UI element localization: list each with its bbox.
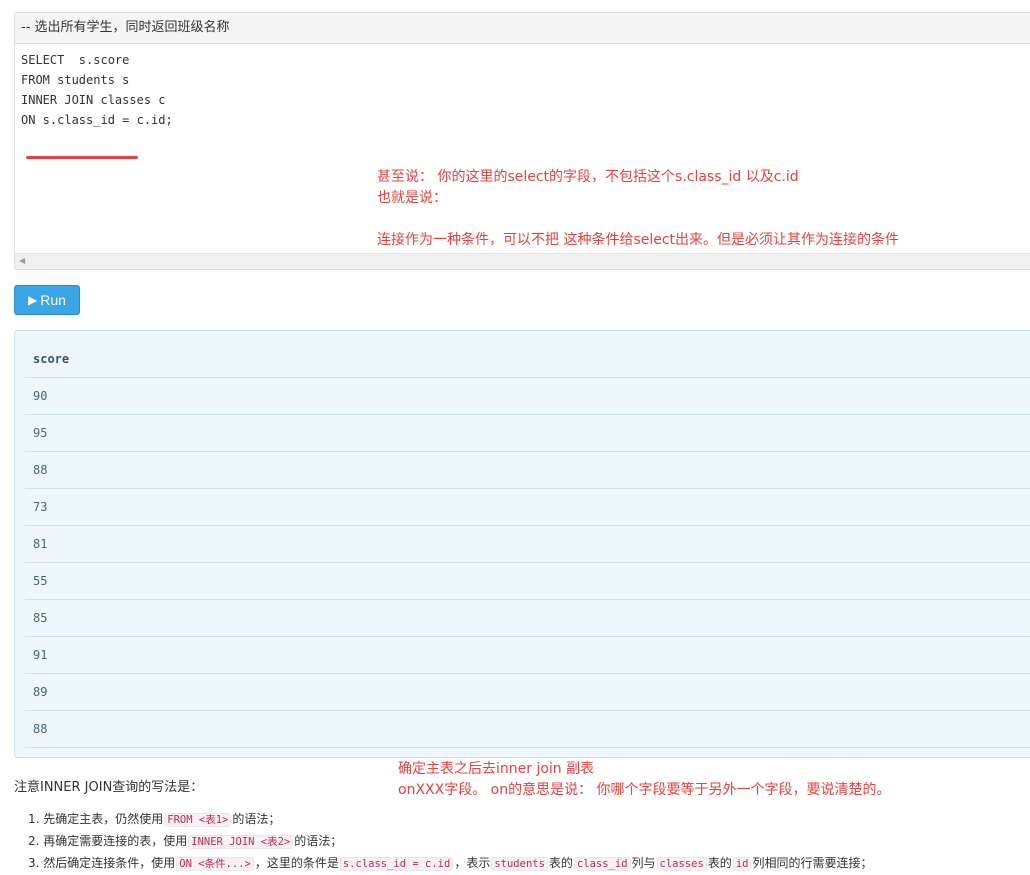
inline-code: INNER JOIN <表2> — [188, 835, 294, 849]
table-cell: 85 — [25, 599, 1030, 637]
table-row: 88 — [25, 710, 1030, 748]
table-row: 90 — [25, 377, 1030, 415]
table-row: 95 — [25, 414, 1030, 452]
table-cell: 55 — [25, 562, 1030, 600]
annotation-line: 甚至说： 你的这里的select的字段，不包括这个s.class_id 以及c.… — [377, 169, 799, 185]
table-row: 88 — [25, 451, 1030, 489]
run-button-label: Run — [40, 292, 66, 308]
code-line: INNER JOIN classes c — [21, 93, 166, 107]
table-cell: 95 — [25, 414, 1030, 452]
step-text: 3. 然后确定连接条件，使用 — [28, 856, 176, 870]
step-text: 列相同的行需要连接； — [752, 856, 873, 870]
table-header-row: score — [25, 341, 1030, 378]
inline-code: classes — [656, 857, 707, 871]
code-line: ON s.class_id = c.id; — [21, 113, 173, 127]
sql-editor[interactable]: -- 选出所有学生，同时返回班级名称 SELECT s.score FROM s… — [14, 12, 1030, 270]
annotation-line: 也就是说： — [377, 190, 447, 206]
column-header-score: score — [25, 341, 1030, 378]
table-cell: 88 — [25, 710, 1030, 748]
list-item: 1. 先确定主表，仍然使用 FROM <表1> 的语法； — [28, 808, 872, 830]
horizontal-scrollbar[interactable]: ◀ — [15, 253, 1030, 269]
annotation-line: onXXX字段。 on的意思是说： 你哪个字段要等于另外一个字段，要说清楚的。 — [398, 782, 891, 798]
result-table: score 90 95 88 73 81 55 85 91 89 88 — [25, 341, 1030, 748]
table-cell: 81 — [25, 525, 1030, 563]
list-item: 2. 再确定需要连接的表，使用 INNER JOIN <表2> 的语法； — [28, 830, 872, 852]
step-text: 的语法； — [232, 812, 281, 826]
table-row: 81 — [25, 525, 1030, 563]
scroll-left-arrow-icon[interactable]: ◀ — [19, 256, 25, 265]
table-row: 91 — [25, 636, 1030, 674]
table-cell: 91 — [25, 636, 1030, 674]
step-text: 列与 — [631, 856, 656, 870]
code-line: SELECT s.score — [21, 53, 130, 67]
step-text: 表的 — [548, 856, 573, 870]
table-row: 89 — [25, 673, 1030, 711]
code-line: FROM students s — [21, 73, 130, 87]
annotation-bottom: 确定主表之后去inner join 副表 onXXX字段。 on的意思是说： 你… — [398, 759, 891, 801]
step-text: ，这里的条件是 — [254, 856, 339, 870]
table-row: 85 — [25, 599, 1030, 637]
table-cell: 90 — [25, 377, 1030, 415]
table-cell: 73 — [25, 488, 1030, 526]
sql-code[interactable]: SELECT s.score FROM students s INNER JOI… — [15, 44, 1030, 130]
table-cell: 88 — [25, 451, 1030, 489]
red-underline-mark — [26, 156, 138, 159]
step-text: ，表示 — [454, 856, 491, 870]
inline-code: students — [491, 857, 548, 871]
intro-text: 注意INNER JOIN查询的写法是： — [14, 780, 204, 795]
list-item: 3. 然后确定连接条件，使用 ON <条件...> ，这里的条件是 s.class_i… — [28, 852, 872, 874]
steps-list: 1. 先确定主表，仍然使用 FROM <表1> 的语法； 2. 再确定需要连接的表，… — [28, 808, 872, 874]
annotation-line: 连接作为一种条件，可以不把 这种条件给select出来。但是必须让其作为连接的条… — [377, 232, 900, 248]
step-text: 2. 再确定需要连接的表，使用 — [28, 834, 188, 848]
result-panel: score 90 95 88 73 81 55 85 91 89 88 — [14, 330, 1030, 758]
inline-code: ON <条件...> — [176, 857, 254, 871]
inline-code: class_id — [573, 857, 631, 871]
table-cell: 89 — [25, 673, 1030, 711]
table-row: 73 — [25, 488, 1030, 526]
step-text: 1. 先确定主表，仍然使用 — [28, 812, 164, 826]
inline-code: s.class_id = c.id — [339, 857, 454, 871]
inline-code: FROM <表1> — [164, 813, 232, 827]
inline-code: id — [732, 857, 752, 871]
editor-comment-line: -- 选出所有学生，同时返回班级名称 — [15, 13, 1030, 44]
table-row: 55 — [25, 562, 1030, 600]
step-text: 的语法； — [294, 834, 343, 848]
annotation-top: 甚至说： 你的这里的select的字段，不包括这个s.class_id 以及c.… — [377, 167, 899, 251]
run-button[interactable]: ▶ Run — [14, 285, 80, 315]
play-icon: ▶ — [28, 293, 38, 307]
step-text: 表的 — [707, 856, 732, 870]
annotation-line: 确定主表之后去inner join 副表 — [398, 761, 595, 777]
